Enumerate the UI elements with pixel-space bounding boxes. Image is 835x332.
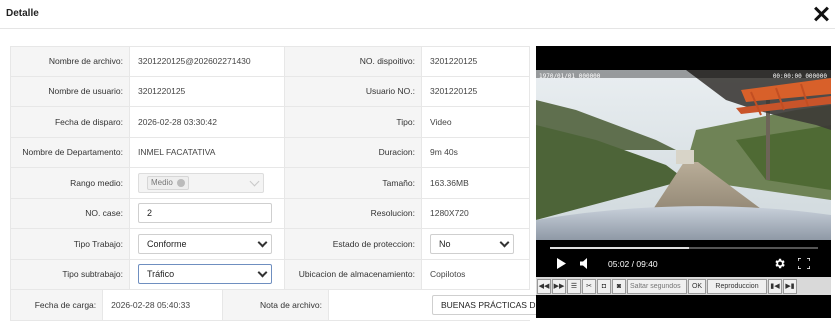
case-no-input[interactable]: 2 <box>138 203 272 224</box>
playback-speed-button[interactable]: Reproduccion <box>707 278 767 294</box>
progress-fill <box>550 247 690 249</box>
media-range-select[interactable]: Medio <box>138 172 264 193</box>
osd-timestamp-right: 00:00:00 000000 <box>772 73 827 80</box>
user-no-label: Usuario NO.: <box>284 76 422 106</box>
form-row: Fecha de carga: 2026-02-28 05:40:33 Nota… <box>10 290 826 321</box>
detail-form: Nombre de archivo: 3201220125@2026022714… <box>10 46 826 321</box>
sub-work-type-select[interactable]: Tráfico <box>138 264 272 285</box>
upload-date-value: 2026-02-28 05:40:33 <box>111 299 191 310</box>
form-row: Tipo Trabajo: Conforme Estado de protecc… <box>10 229 530 260</box>
user-no-value: 3201220125 <box>422 76 530 106</box>
duration-label: Duracion: <box>284 137 422 167</box>
volume-icon[interactable] <box>580 258 592 269</box>
time-display: 05:02 / 09:40 <box>608 259 658 269</box>
seek-seconds-input[interactable] <box>627 278 687 294</box>
form-row: Rango medio: Medio Tamaño: 163.36MB <box>10 168 530 199</box>
department-value: INMEL FACATATIVA <box>138 147 216 158</box>
form-row: Nombre de archivo: 3201220125@2026022714… <box>10 46 530 77</box>
resolution-label: Resolucion: <box>284 198 422 228</box>
case-no-label: NO. case: <box>10 198 130 228</box>
user-name-value: 3201220125 <box>138 86 186 97</box>
resolution-value: 1280X720 <box>422 198 530 228</box>
work-type-select[interactable]: Conforme <box>138 233 272 254</box>
storage-location-value: Copilotos <box>422 259 530 289</box>
dashcam-scene <box>536 70 831 240</box>
size-value: 163.36MB <box>422 168 530 198</box>
next-segment-icon[interactable]: ▶▮ <box>783 278 797 294</box>
form-row: NO. case: 2 Resolucion: 1280X720 <box>10 198 530 229</box>
file-note-text: BUENAS PRÁCTICAS DE CONDUCCIÓN - diego o… <box>441 299 657 310</box>
work-type-selected: Conforme <box>147 238 187 249</box>
user-name-label: Nombre de usuario: <box>10 76 130 106</box>
video-player[interactable]: 1970/01/01 000000 00:00:00 000000 05:02 … <box>536 46 831 318</box>
form-row: Tipo subtrabajo: Tráfico Ubicacion de al… <box>10 259 530 290</box>
department-label: Nombre de Departamento: <box>10 137 130 167</box>
duration-value: 9m 40s <box>422 137 530 167</box>
file-name-label: Nombre de archivo: <box>10 47 130 76</box>
type-value: Video <box>422 107 530 137</box>
file-note-label: Nota de archivo: <box>222 290 329 320</box>
video-frame[interactable]: 1970/01/01 000000 00:00:00 000000 <box>536 70 831 240</box>
trigger-date-label: Fecha de disparo: <box>10 107 130 137</box>
close-icon[interactable] <box>813 6 829 22</box>
list-icon[interactable]: ☰ <box>567 278 581 294</box>
storage-location-label: Ubicacion de almacenamiento: <box>284 259 422 289</box>
file-note-input[interactable]: BUENAS PRÁCTICAS DE CONDUCCIÓN - diego o… <box>432 294 826 315</box>
seek-ok-button[interactable]: OK <box>688 278 706 294</box>
chevron-down-icon <box>499 237 510 248</box>
player-toolbar: ◀◀ ▶▶ ☰ ✂ ◘ ◙ OK Reproduccion ▮◀ ▶▮ <box>536 277 831 295</box>
media-range-tag: Medio <box>147 175 189 190</box>
rewind-icon[interactable]: ◀◀ <box>537 278 551 294</box>
scissors-icon[interactable]: ✂ <box>582 278 596 294</box>
form-row: Nombre de Departamento: INMEL FACATATIVA… <box>10 137 530 168</box>
player-controls: 05:02 / 09:40 <box>536 240 831 276</box>
settings-gear-icon[interactable] <box>773 257 786 270</box>
type-label: Tipo: <box>284 107 422 137</box>
dialog-title: Detalle <box>6 8 39 19</box>
file-name-value: 3201220125@202602271430 <box>138 56 251 67</box>
sub-work-type-label: Tipo subtrabajo: <box>10 259 130 289</box>
work-type-label: Tipo Trabajo: <box>10 229 130 259</box>
fullscreen-icon[interactable] <box>798 258 810 269</box>
play-icon[interactable] <box>556 258 566 269</box>
chevron-down-icon <box>249 176 260 187</box>
tag-remove-icon[interactable] <box>176 178 185 187</box>
fast-forward-icon[interactable]: ▶▶ <box>552 278 566 294</box>
osd-timestamp-left: 1970/01/01 000000 <box>539 73 601 80</box>
prev-segment-icon[interactable]: ▮◀ <box>768 278 782 294</box>
protection-state-selected: No <box>439 238 451 249</box>
frame-forward-icon[interactable]: ◙ <box>612 278 626 294</box>
upload-date-label: Fecha de carga: <box>10 290 104 320</box>
chevron-down-icon <box>257 267 268 278</box>
dialog-header: Detalle <box>0 0 835 29</box>
device-no-label: NO. dispoitivo: <box>284 47 422 76</box>
media-range-tag-label: Medio <box>151 178 173 188</box>
frame-back-icon[interactable]: ◘ <box>597 278 611 294</box>
sub-work-type-selected: Tráfico <box>147 269 175 280</box>
form-row: Nombre de usuario: 3201220125 Usuario NO… <box>10 76 530 107</box>
progress-bar[interactable] <box>550 247 818 249</box>
media-range-label: Rango medio: <box>10 168 130 198</box>
device-no-value: 3201220125 <box>422 47 530 76</box>
protection-state-select[interactable]: No <box>430 233 514 254</box>
trigger-date-value: 2026-02-28 03:30:42 <box>138 116 217 127</box>
form-row: Fecha de disparo: 2026-02-28 03:30:42 Ti… <box>10 107 530 138</box>
size-label: Tamaño: <box>284 168 422 198</box>
chevron-down-icon <box>257 237 268 248</box>
protection-state-label: Estado de proteccion: <box>284 229 422 259</box>
